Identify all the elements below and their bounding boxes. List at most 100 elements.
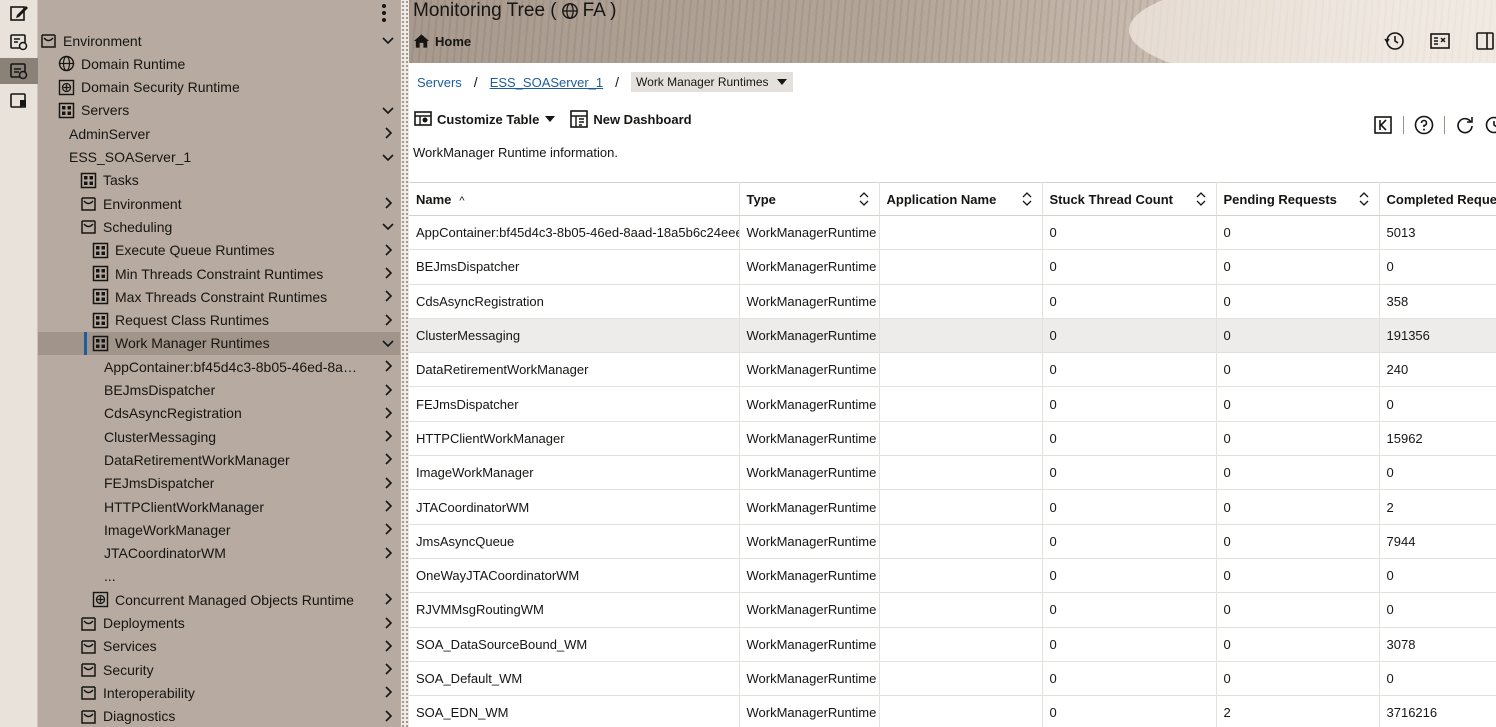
chevron-down-icon[interactable] <box>381 33 395 47</box>
tree-item[interactable]: Max Threads Constraint Runtimes <box>38 285 400 308</box>
tree-item[interactable]: Work Manager Runtimes <box>38 331 400 355</box>
table-row[interactable]: SOA_EDN_WM WorkManagerRuntime 0 2 3716216 <box>409 695 1496 727</box>
column-header-pending-requests[interactable]: Pending Requests <box>1216 182 1380 216</box>
table-row[interactable]: JmsAsyncQueue WorkManagerRuntime 0 0 7944 <box>409 524 1496 559</box>
panel-toggle-icon[interactable] <box>1474 30 1496 52</box>
tree-item[interactable]: ESS_SOAServer_1 <box>38 146 400 169</box>
chevron-right-icon[interactable] <box>381 546 395 560</box>
sort-ascending-icon[interactable]: ^ <box>459 195 464 207</box>
table-row[interactable]: ClusterMessaging WorkManagerRuntime 0 0 1913… <box>409 318 1496 354</box>
tree-item[interactable]: Execute Queue Runtimes <box>38 239 400 262</box>
column-header-stuck-thread-count[interactable]: Stuck Thread Count <box>1042 182 1217 216</box>
table-row[interactable]: DataRetirementWorkManager WorkManagerRunt… <box>409 352 1496 388</box>
column-header-application-name[interactable]: Application Name <box>879 182 1043 216</box>
tree-item[interactable]: Domain Runtime <box>38 52 400 75</box>
tree-item[interactable]: Environment <box>38 192 400 215</box>
tree-item[interactable]: Concurrent Managed Objects Runtime <box>38 588 400 611</box>
chevron-down-icon[interactable] <box>381 336 395 350</box>
breadcrumb-current-dropdown[interactable]: Work Manager Runtimes <box>631 72 793 92</box>
customize-table-button[interactable]: Customize Table <box>413 109 556 129</box>
table-row[interactable]: CdsAsyncRegistration WorkManagerRuntime 0 0… <box>409 284 1496 319</box>
sort-icon[interactable] <box>1022 192 1032 206</box>
tree-item[interactable]: FEJmsDispatcher <box>38 472 400 495</box>
refresh-icon[interactable] <box>1454 114 1476 136</box>
breadcrumb-server[interactable]: ESS_SOAServer_1 <box>490 75 603 90</box>
tree-item[interactable]: Tasks <box>38 169 400 192</box>
table-row[interactable]: ImageWorkManager WorkManagerRuntime 0 0 0 <box>409 455 1496 491</box>
tree-item[interactable]: Scheduling <box>38 215 400 238</box>
table-row[interactable]: OneWayJTACoordinatorWM WorkManagerRuntime… <box>409 558 1496 594</box>
kiosk-icon[interactable] <box>1372 114 1394 136</box>
tree-item[interactable]: Servers <box>38 99 400 122</box>
chevron-right-icon[interactable] <box>381 616 395 630</box>
configuration-view-icon[interactable] <box>5 29 33 55</box>
chevron-right-icon[interactable] <box>381 685 395 699</box>
chevron-right-icon[interactable] <box>381 476 395 490</box>
chevron-down-icon[interactable] <box>381 150 395 164</box>
chevron-right-icon[interactable] <box>381 662 395 676</box>
tree-item[interactable]: BEJmsDispatcher <box>38 379 400 402</box>
chevron-right-icon[interactable] <box>381 429 395 443</box>
edit-tree-icon[interactable] <box>5 0 33 26</box>
tree-item[interactable]: HTTPClientWorkManager <box>38 495 400 518</box>
chevron-right-icon[interactable] <box>381 522 395 536</box>
shopping-cart-icon[interactable] <box>1429 30 1451 52</box>
home-link[interactable]: Home <box>413 33 471 49</box>
monitoring-tree-icon[interactable] <box>0 58 38 84</box>
tree-item[interactable]: ImageWorkManager <box>38 518 400 541</box>
tree-item[interactable]: AdminServer <box>38 122 400 145</box>
auto-refresh-icon[interactable] <box>1482 114 1496 136</box>
column-header-name[interactable]: Name ^ <box>409 182 740 216</box>
breadcrumb-servers[interactable]: Servers <box>417 75 462 90</box>
chevron-right-icon[interactable] <box>381 452 395 466</box>
table-row[interactable]: BEJmsDispatcher WorkManagerRuntime 0 0 0 <box>409 249 1496 285</box>
chevron-right-icon[interactable] <box>381 592 395 606</box>
new-dashboard-button[interactable]: New Dashboard <box>569 109 692 129</box>
chevron-right-icon[interactable] <box>381 359 395 373</box>
chevron-right-icon[interactable] <box>381 126 395 140</box>
tree-item[interactable]: Diagnostics <box>38 705 400 727</box>
table-row[interactable]: FEJmsDispatcher WorkManagerRuntime 0 0 0 <box>409 386 1496 422</box>
sort-icon[interactable] <box>1359 192 1369 206</box>
tree-item[interactable]: Services <box>38 635 400 658</box>
chevron-right-icon[interactable] <box>381 313 395 327</box>
chevron-right-icon[interactable] <box>381 383 395 397</box>
table-row[interactable]: SOA_DataSourceBound_WM WorkManagerRuntime… <box>409 627 1496 662</box>
tree-item[interactable]: Interoperability <box>38 681 400 704</box>
chevron-right-icon[interactable] <box>381 196 395 210</box>
tree-item[interactable]: JTACoordinatorWM <box>38 542 400 565</box>
tree-item[interactable]: CdsAsyncRegistration <box>38 402 400 425</box>
tree-item[interactable]: DataRetirementWorkManager <box>38 448 400 471</box>
tree-item[interactable]: AppContainer:bf45d4c3-8b05-46ed-8aad... <box>38 355 400 378</box>
tree-item[interactable]: Min Threads Constraint Runtimes <box>38 262 400 285</box>
table-row[interactable]: AppContainer:bf45d4c3-8b05-46ed-8aad-18a… <box>409 215 1496 251</box>
chevron-right-icon[interactable] <box>381 709 395 723</box>
table-row[interactable]: HTTPClientWorkManager WorkManagerRuntime 0… <box>409 421 1496 457</box>
chevron-right-icon[interactable] <box>381 289 395 303</box>
tree-item[interactable]: Security <box>38 658 400 681</box>
chevron-right-icon[interactable] <box>381 406 395 420</box>
column-header-completed-requests[interactable]: Completed Reques <box>1379 182 1496 216</box>
tree-item[interactable]: Domain Security Runtime <box>38 76 400 99</box>
chevron-right-icon[interactable] <box>381 639 395 653</box>
more-options-icon[interactable] <box>380 4 388 22</box>
sort-icon[interactable] <box>1196 192 1206 206</box>
chevron-down-icon[interactable] <box>381 219 395 233</box>
tree-item[interactable]: Deployments <box>38 612 400 635</box>
column-header-type[interactable]: Type <box>739 182 880 216</box>
chevron-down-icon[interactable] <box>381 103 395 117</box>
tree-item[interactable]: Request Class Runtimes <box>38 309 400 332</box>
tree-item[interactable]: Environment <box>38 29 400 52</box>
security-data-tree-icon[interactable] <box>5 88 33 114</box>
chevron-right-icon[interactable] <box>381 266 395 280</box>
help-icon[interactable] <box>1413 114 1435 136</box>
table-row[interactable]: SOA_Default_WM WorkManagerRuntime 0 0 0 <box>409 661 1496 697</box>
panel-splitter[interactable] <box>400 0 409 727</box>
chevron-right-icon[interactable] <box>381 243 395 257</box>
recent-pages-icon[interactable] <box>1384 30 1406 52</box>
chevron-right-icon[interactable] <box>381 499 395 513</box>
table-row[interactable]: JTACoordinatorWM WorkManagerRuntime 0 0 2 <box>409 489 1496 525</box>
tree-item[interactable]: ClusterMessaging <box>38 425 400 448</box>
table-row[interactable]: RJVMMsgRoutingWM WorkManagerRuntime 0 0 0 <box>409 592 1496 628</box>
sort-icon[interactable] <box>859 192 869 206</box>
